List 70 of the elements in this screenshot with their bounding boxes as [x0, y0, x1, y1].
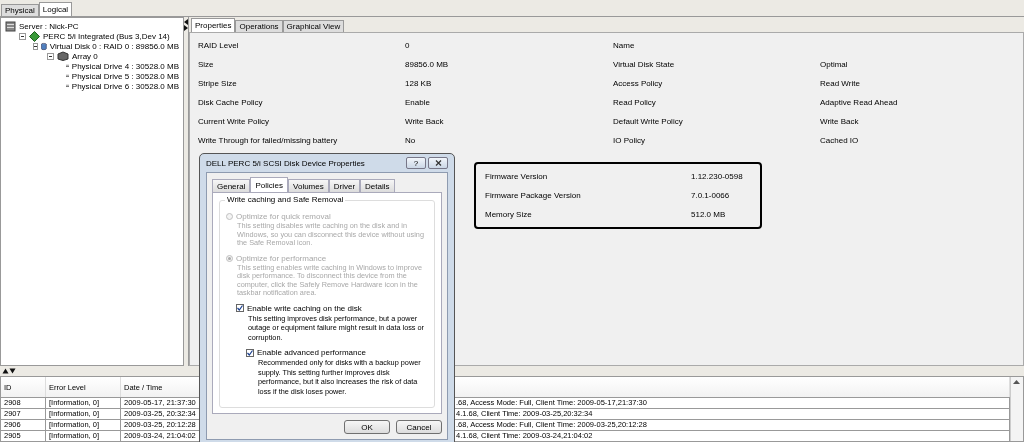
tab[interactable]: Details: [360, 179, 395, 192]
tab[interactable]: Policies: [250, 177, 289, 192]
scroll-up-icon: [1011, 377, 1022, 387]
dialog-title: DELL PERC 5/i SCSI Disk Device Properties: [206, 158, 365, 168]
checkmark-icon: [237, 305, 243, 311]
close-button[interactable]: [428, 157, 448, 169]
tab[interactable]: Driver: [328, 179, 361, 192]
checkmark-icon: [247, 349, 253, 356]
cancel-button[interactable]: Cancel: [396, 420, 442, 434]
tab[interactable]: Physical: [1, 4, 39, 16]
property-value: No: [405, 136, 417, 145]
tab[interactable]: Graphical View: [282, 20, 345, 32]
tab[interactable]: Volumes: [288, 179, 329, 192]
ok-button[interactable]: OK: [344, 420, 390, 434]
property-label: Current Write Policy: [198, 117, 270, 126]
collapse-toggle[interactable]: [33, 42, 39, 50]
property-value: Write Back: [820, 117, 860, 126]
tree-item[interactable]: Physical Drive 4 : 30528.0 MB: [71, 61, 179, 71]
property-label: Firmware Version: [485, 172, 549, 181]
close-icon: [434, 159, 442, 166]
tree-item[interactable]: Array 0: [72, 51, 98, 61]
diamond-icon: [29, 30, 40, 42]
checkbox[interactable]: [246, 348, 254, 357]
tab[interactable]: Properties: [191, 18, 236, 32]
property-value: 1.12.230-0598: [691, 172, 744, 181]
tree-item[interactable]: Physical Drive 5 : 30528.0 MB: [71, 71, 179, 81]
property-label: Memory Size: [485, 210, 533, 219]
property-value: Read Write: [820, 79, 861, 88]
split-arrows-icon: [184, 19, 188, 31]
property-value: 128 KB: [405, 79, 433, 88]
property-value: Enable: [405, 98, 431, 107]
collapse-toggle[interactable]: [47, 52, 54, 60]
scrollbar[interactable]: [1010, 377, 1023, 441]
property-label: Write Through for failed/missing battery: [198, 136, 339, 145]
server-icon: [5, 20, 16, 32]
property-value: Optimal: [820, 60, 849, 69]
split-arrows-icon: [2, 368, 16, 374]
help-button[interactable]: ?: [406, 157, 426, 169]
property-label: Default Write Policy: [613, 117, 684, 126]
property-label: Virtual Disk State: [613, 60, 676, 69]
tree-item[interactable]: Physical Drive 6 : 30528.0 MB: [71, 81, 179, 91]
property-value: 89856.0 MB: [405, 60, 450, 69]
property-label: Size: [198, 60, 215, 69]
property-label: RAID Level: [198, 41, 240, 50]
property-label: IO Policy: [613, 136, 646, 145]
tree-item[interactable]: Virtual Disk 0 : RAID 0 : 89856.0 MB: [49, 41, 179, 51]
property-label: Disk Cache Policy: [198, 98, 264, 107]
group-title: Write caching and Safe Removal: [225, 195, 346, 204]
tab[interactable]: General: [212, 179, 251, 192]
property-label: Name: [613, 41, 636, 50]
tab[interactable]: Operations: [235, 20, 283, 32]
property-value: Write Back: [405, 117, 445, 126]
array-icon: [57, 51, 69, 61]
property-value: 0: [405, 41, 411, 50]
option-label[interactable]: Enable advanced performance: [257, 348, 366, 357]
property-value: 7.0.1-0066: [691, 191, 731, 200]
collapse-toggle[interactable]: [19, 32, 26, 40]
property-value: Cached IO: [820, 136, 860, 145]
checkbox[interactable]: [236, 304, 244, 312]
tree-item[interactable]: Server : Nick-PC: [19, 21, 79, 31]
tree-item[interactable]: PERC 5/i Integrated (Bus 3,Dev 14): [43, 31, 170, 41]
property-label: Access Policy: [613, 79, 664, 88]
cylinder-icon: [41, 40, 47, 52]
property-label: Stripe Size: [198, 79, 238, 88]
option-label[interactable]: Enable write caching on the disk: [247, 303, 362, 313]
property-value: Adaptive Read Ahead: [820, 98, 899, 107]
tab[interactable]: Logical: [38, 2, 73, 16]
property-label: Firmware Package Version: [485, 191, 582, 200]
property-value: 512.0 MB: [691, 210, 727, 219]
property-label: Read Policy: [613, 98, 657, 107]
